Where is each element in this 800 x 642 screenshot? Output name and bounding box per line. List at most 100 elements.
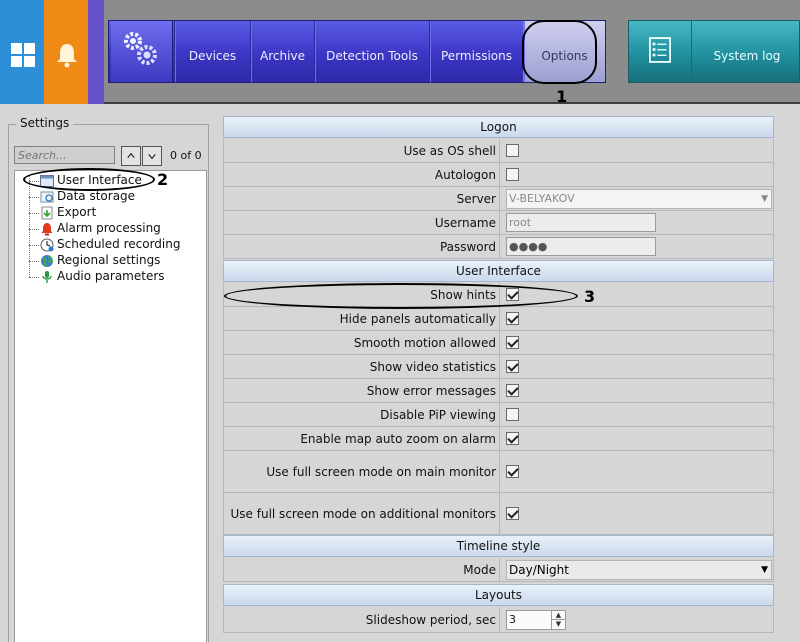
- menu-archive-label: Archive: [260, 49, 305, 63]
- previous-button[interactable]: [121, 146, 141, 166]
- row-label: Use full screen mode on additional monit…: [224, 493, 500, 534]
- server-select-value: V-BELYAKOV: [509, 191, 575, 205]
- system-log-label: System log: [713, 49, 781, 63]
- map-auto-zoom-checkbox[interactable]: [506, 432, 519, 445]
- full-screen-additional-checkbox[interactable]: [506, 507, 519, 520]
- tree-connector: [29, 197, 39, 198]
- dropdown-arrow-icon: ▼: [761, 564, 768, 575]
- row-full-screen-main: Use full screen mode on main monitor: [223, 451, 774, 493]
- slideshow-period-value: 3: [509, 612, 516, 626]
- row-label: Server: [224, 187, 500, 210]
- settings-title: Settings: [16, 116, 74, 130]
- row-label: Use full screen mode on main monitor: [224, 451, 500, 492]
- show-video-statistics-checkbox[interactable]: [506, 360, 519, 373]
- section-header-timeline-style: Timeline style: [223, 535, 774, 557]
- full-screen-main-checkbox[interactable]: [506, 465, 519, 478]
- alarm-icon: [41, 223, 53, 236]
- globe-icon: [41, 255, 54, 267]
- top-bar: Devices Archive Detection Tools Permissi…: [0, 0, 800, 104]
- system-log-icon-box: [629, 21, 692, 82]
- menu-devices[interactable]: Devices: [174, 21, 250, 82]
- show-error-messages-checkbox[interactable]: [506, 384, 519, 397]
- hide-panels-checkbox[interactable]: [506, 312, 519, 325]
- username-field[interactable]: root: [506, 213, 656, 232]
- search-input[interactable]: [14, 146, 115, 164]
- tree-item-label: Regional settings: [57, 253, 161, 267]
- tree-item-label: Data storage: [57, 189, 136, 203]
- disable-pip-checkbox[interactable]: [506, 408, 519, 421]
- row-label: Autologon: [224, 163, 500, 186]
- annotation-label-3: 3: [584, 287, 596, 306]
- row-show-error-messages: Show error messages: [223, 379, 774, 403]
- row-hide-panels: Hide panels automatically: [223, 307, 774, 331]
- row-value: [502, 307, 773, 330]
- row-label: Slideshow period, sec: [224, 607, 500, 632]
- row-map-auto-zoom: Enable map auto zoom on alarm: [223, 427, 774, 451]
- right-margin: [775, 114, 800, 642]
- chevron-down-icon: [148, 154, 156, 160]
- system-log-button[interactable]: System log: [628, 20, 800, 83]
- tree-item-label: Alarm processing: [57, 221, 161, 235]
- row-value: [502, 403, 773, 426]
- row-value: [502, 163, 773, 186]
- row-value: [502, 139, 773, 162]
- tree-connector: [29, 245, 39, 246]
- row-label: Mode: [224, 558, 500, 581]
- accent-strip: [88, 0, 104, 104]
- row-value: 3 ▲ ▼: [502, 607, 773, 632]
- row-value: [502, 427, 773, 450]
- slideshow-period-stepper[interactable]: 3 ▲ ▼: [506, 609, 566, 630]
- menu-detection-tools[interactable]: Detection Tools: [314, 21, 429, 82]
- smooth-motion-checkbox[interactable]: [506, 336, 519, 349]
- row-label: Show video statistics: [224, 355, 500, 378]
- menu-permissions-label: Permissions: [441, 49, 512, 63]
- row-show-video-statistics: Show video statistics: [223, 355, 774, 379]
- row-label: Smooth motion allowed: [224, 331, 500, 354]
- row-slideshow-period: Slideshow period, sec 3 ▲ ▼: [223, 607, 774, 633]
- spin-down-icon[interactable]: ▼: [551, 619, 565, 629]
- system-log-icon: [649, 37, 671, 63]
- next-button[interactable]: [142, 146, 162, 166]
- gears-icon: [124, 32, 157, 65]
- spin-up-icon[interactable]: ▲: [551, 610, 565, 620]
- row-label: Enable map auto zoom on alarm: [224, 427, 500, 450]
- password-field[interactable]: ●●●●: [506, 237, 656, 256]
- server-select[interactable]: V-BELYAKOV ▼: [506, 188, 772, 209]
- windows-tile[interactable]: [0, 0, 44, 104]
- annotation-label-1: 1: [556, 87, 568, 106]
- row-value: ●●●●: [502, 235, 773, 258]
- menu-permissions[interactable]: Permissions: [429, 21, 523, 82]
- row-label: Hide panels automatically: [224, 307, 500, 330]
- tree-item-label: Audio parameters: [57, 269, 165, 283]
- row-label: Show error messages: [224, 379, 500, 402]
- row-value: root: [502, 211, 773, 234]
- tree-connector: [29, 277, 39, 278]
- row-timeline-mode: Mode Day/Night ▼: [223, 558, 774, 582]
- annotation-label-2: 2: [157, 170, 169, 189]
- alarm-tile[interactable]: [44, 0, 88, 104]
- windows-grid-icon: [11, 43, 35, 67]
- tree-connector: [29, 261, 39, 262]
- search-result-count: 0 of 0: [170, 149, 202, 162]
- export-icon: [41, 206, 53, 220]
- row-label: Username: [224, 211, 500, 234]
- row-value: [502, 355, 773, 378]
- autologon-checkbox[interactable]: [506, 168, 519, 181]
- storage-icon: [40, 191, 54, 203]
- row-value: [502, 331, 773, 354]
- property-grid: Logon Use as OS shell Autologon Server V…: [223, 114, 775, 642]
- dropdown-arrow-icon: ▼: [761, 193, 768, 204]
- bell-icon: [57, 44, 77, 68]
- row-label: Disable PiP viewing: [224, 403, 500, 426]
- menu-devices-label: Devices: [188, 49, 237, 63]
- settings-menu-button[interactable]: [111, 21, 173, 82]
- row-disable-pip: Disable PiP viewing: [223, 403, 774, 427]
- audio-icon: [42, 271, 52, 283]
- use-as-os-shell-checkbox[interactable]: [506, 144, 519, 157]
- annotation-ellipse-show-hints: [224, 283, 578, 309]
- tree-connector: [29, 229, 39, 230]
- timeline-mode-select[interactable]: Day/Night ▼: [506, 559, 772, 580]
- menu-archive[interactable]: Archive: [250, 21, 314, 82]
- row-label: Use as OS shell: [224, 139, 500, 162]
- row-label: Password: [224, 235, 500, 258]
